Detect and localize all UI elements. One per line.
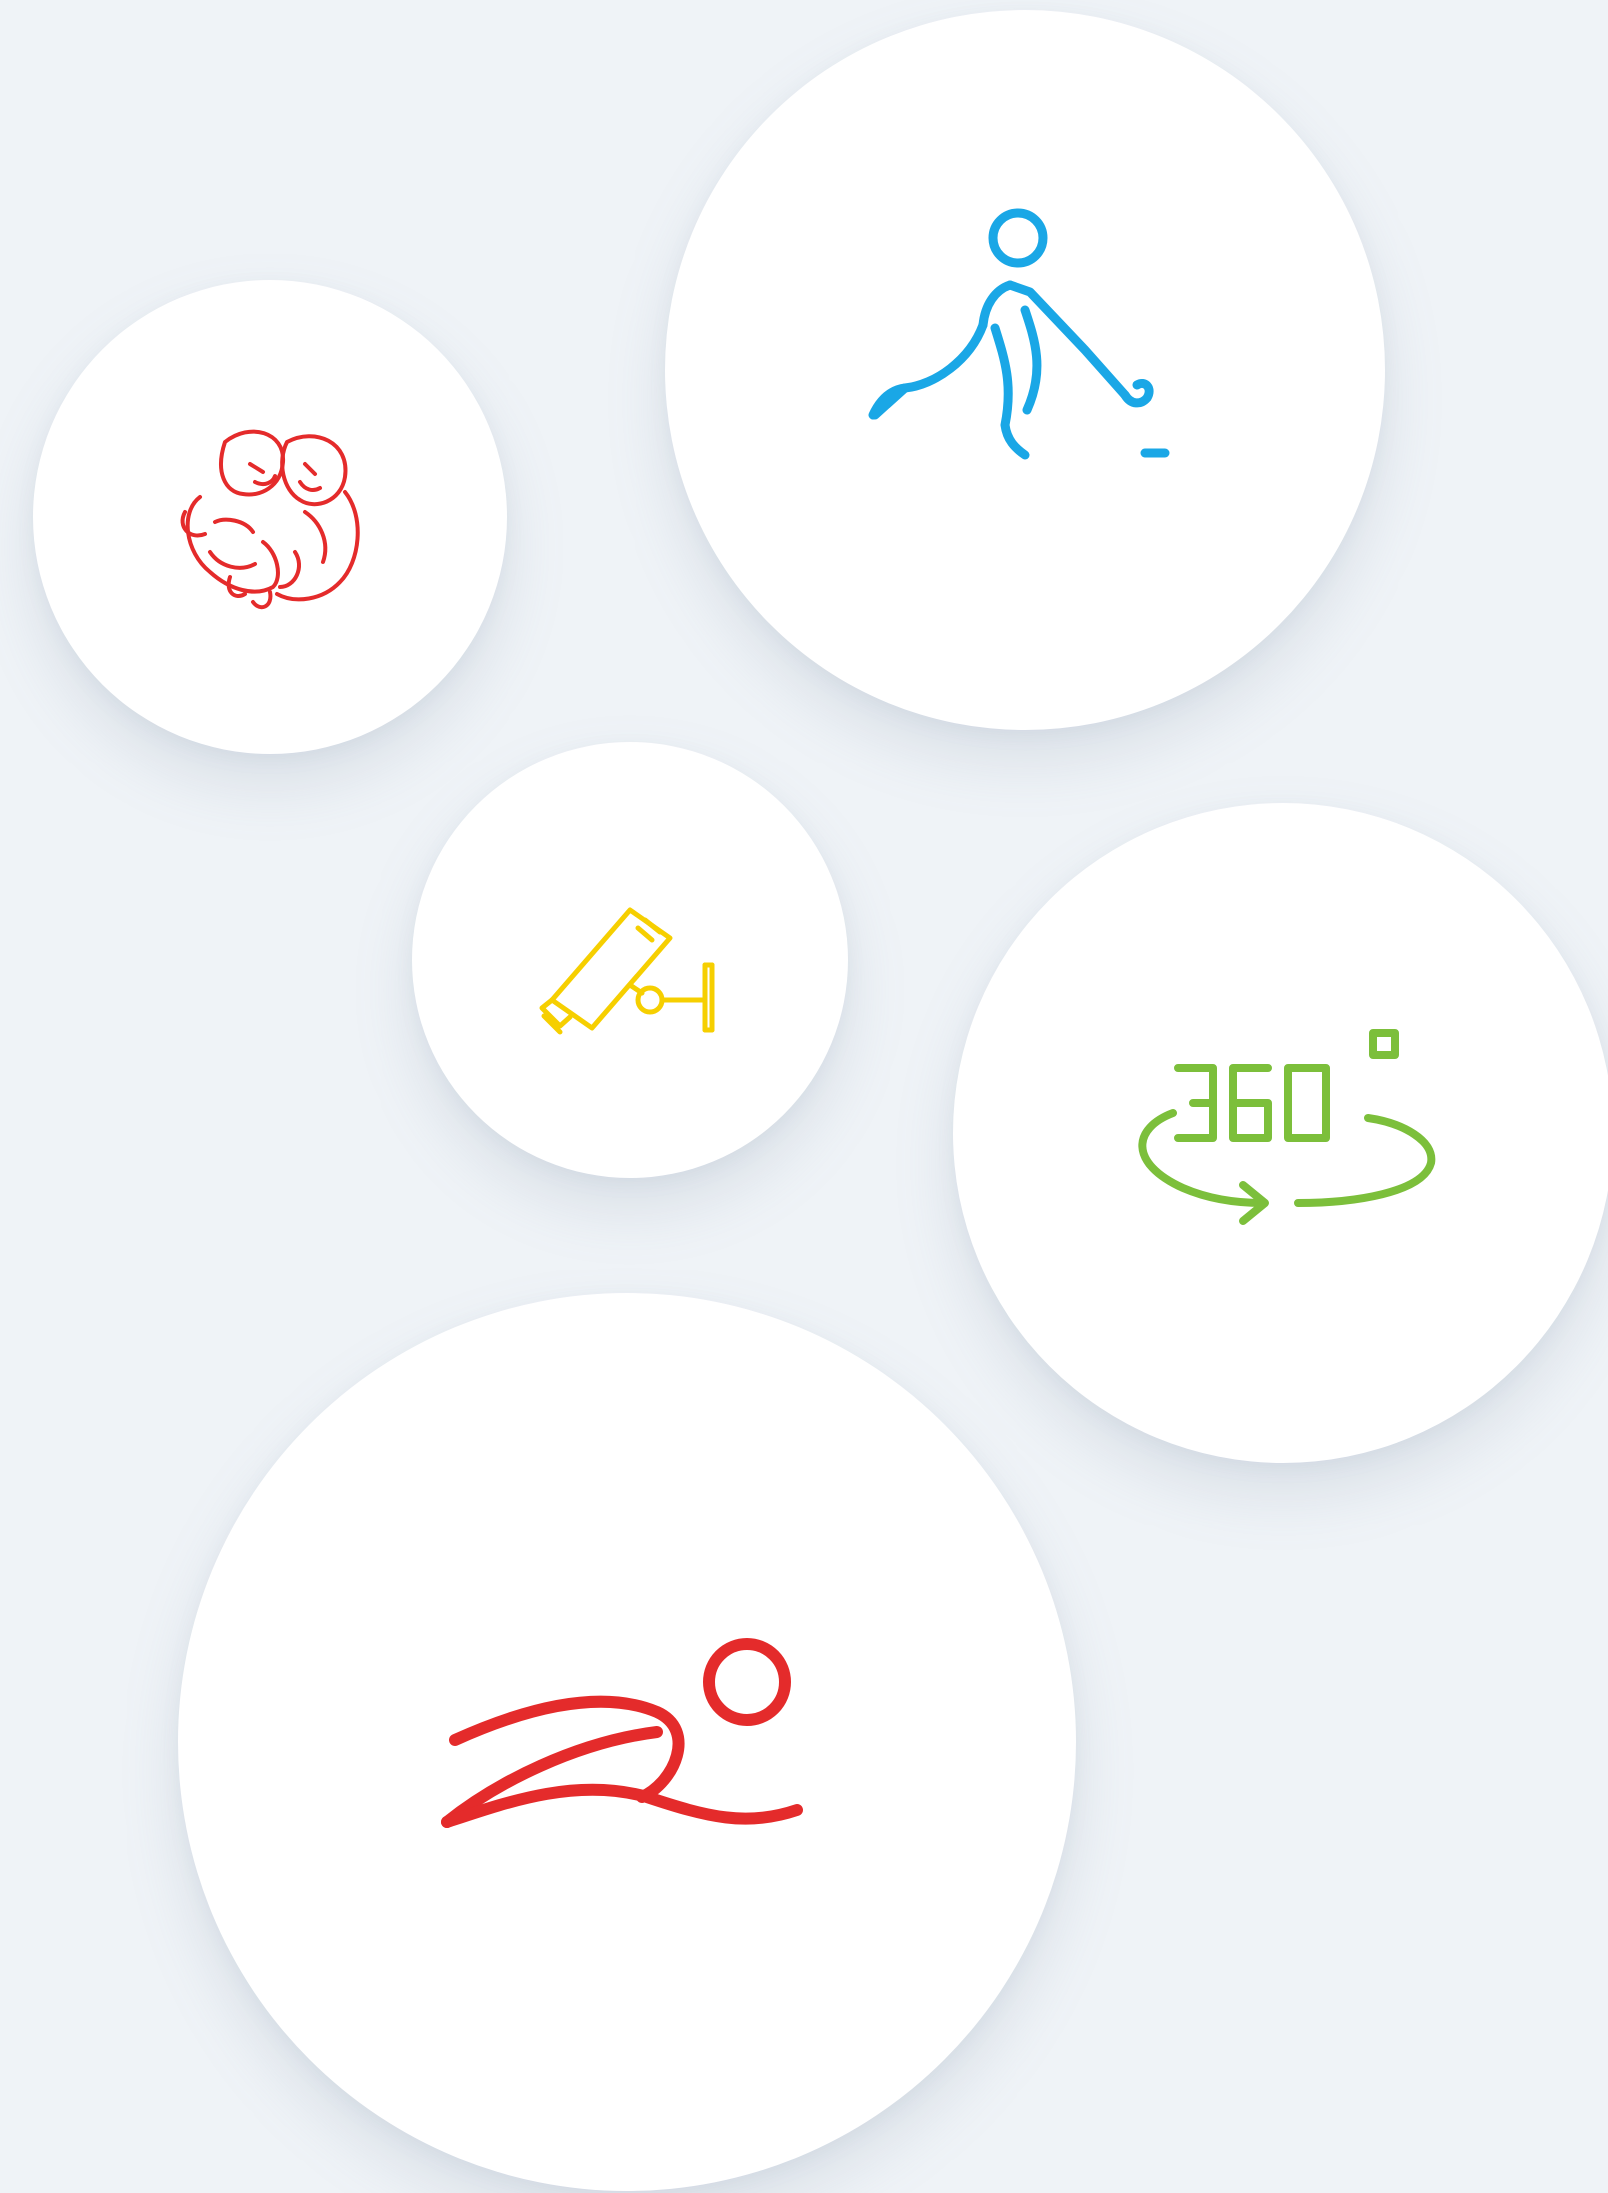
twins-bubble[interactable]: [33, 280, 507, 754]
hockey-player-icon: [868, 208, 1170, 460]
security-camera-icon: [539, 907, 715, 1035]
camera-bubble[interactable]: [412, 742, 848, 1178]
icon-bubble-canvas: [0, 0, 1608, 2193]
swim-bubble[interactable]: [178, 1293, 1076, 2191]
hockey-bubble[interactable]: [665, 10, 1385, 730]
view-360-bubble[interactable]: [953, 803, 1608, 1463]
rotate-360-icon: [1138, 1029, 1436, 1225]
swimmer-icon: [441, 1638, 803, 1828]
twin-babies-icon: [180, 429, 360, 610]
